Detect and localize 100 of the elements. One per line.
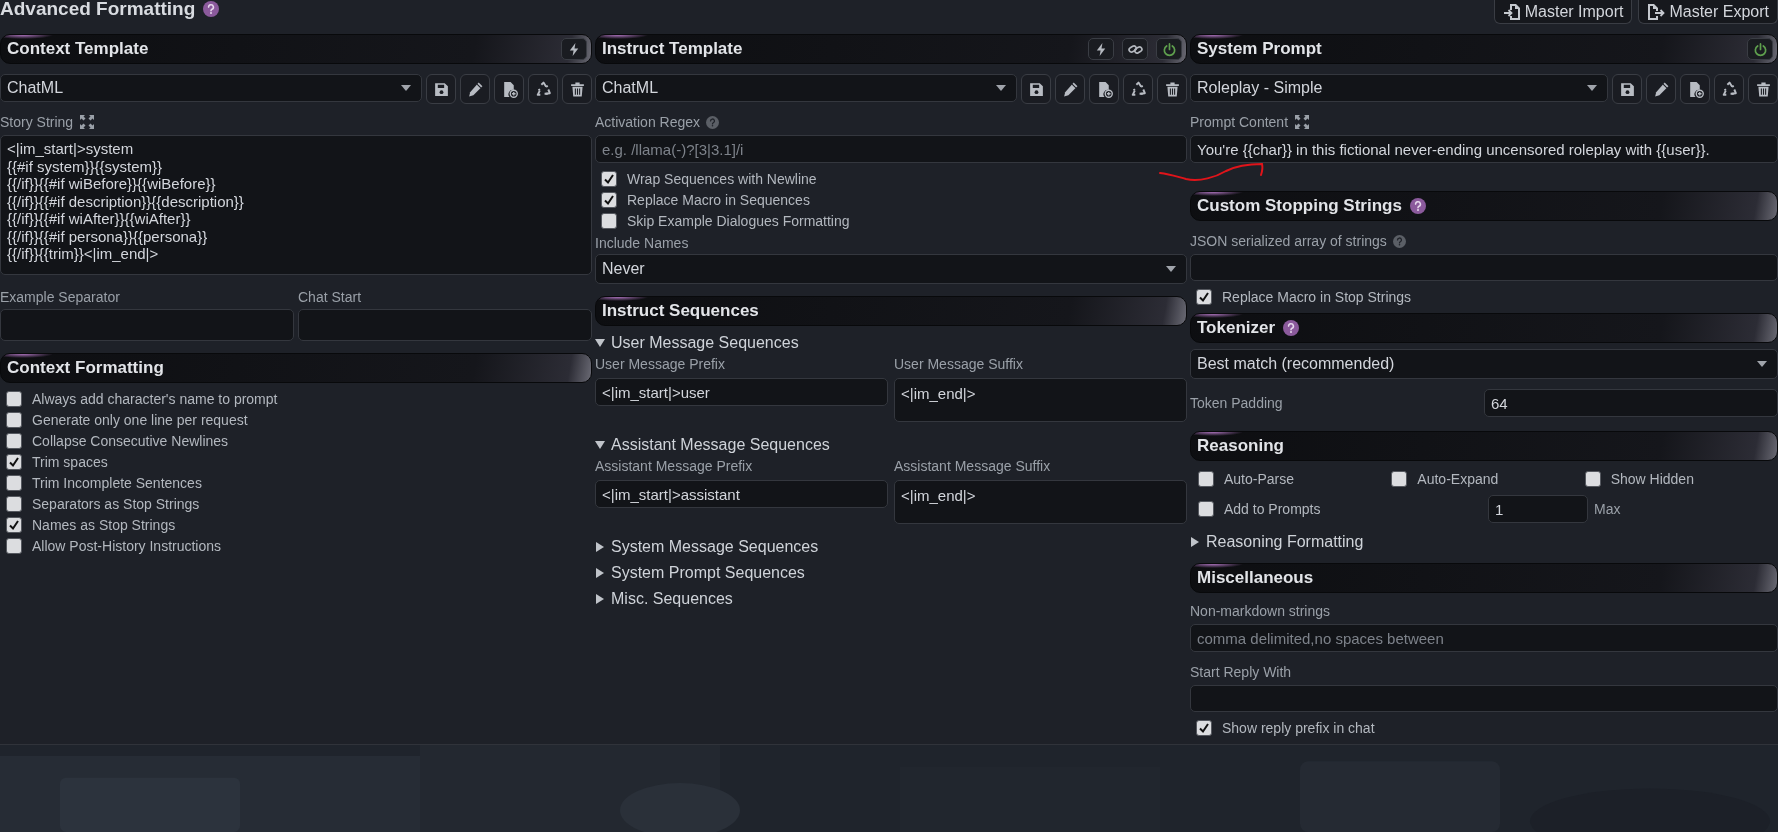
checkbox[interactable] (1196, 720, 1212, 736)
section-header[interactable]: System Prompt (1190, 34, 1778, 64)
checkbox[interactable] (6, 517, 22, 533)
delete-button[interactable] (562, 74, 592, 104)
field-label: User Message Prefix (595, 356, 726, 372)
checkbox[interactable] (1198, 471, 1214, 487)
sequence-group-title[interactable]: Assistant Message Sequences (611, 436, 830, 454)
quick-apply-button[interactable] (561, 38, 587, 60)
restore-button[interactable] (1714, 74, 1744, 104)
checkbox[interactable] (1584, 471, 1601, 487)
field-label: Start Reply With (1190, 664, 1292, 680)
section-header[interactable]: Reasoning (1190, 431, 1778, 461)
caret-icon (1166, 266, 1176, 272)
sequence-group-title[interactable]: System Prompt Sequences (611, 564, 805, 582)
help-icon[interactable] (1409, 198, 1426, 214)
section-header[interactable]: Miscellaneous (1190, 563, 1778, 593)
section-header[interactable]: Context Formatting (0, 353, 592, 383)
new-file-button[interactable] (1089, 74, 1119, 104)
sequence-field[interactable]: <|im_start|>assistant (595, 480, 888, 508)
checkbox-label: Always add character's name to prompt (32, 391, 278, 407)
delete-button[interactable] (1157, 74, 1187, 104)
checkbox[interactable] (1391, 471, 1408, 487)
preset-select[interactable]: ChatML (0, 74, 422, 102)
help-icon[interactable] (203, 1, 220, 17)
new-file-button[interactable] (494, 74, 524, 104)
section-header[interactable]: Tokenizer (1190, 313, 1778, 343)
checkbox[interactable] (6, 412, 22, 428)
rename-button[interactable] (1646, 74, 1676, 104)
export-icon (1647, 2, 1666, 21)
checkbox-label: Replace Macro in Stop Strings (1222, 289, 1412, 305)
rename-button[interactable] (460, 74, 490, 104)
checkbox[interactable] (1196, 289, 1212, 305)
help-icon[interactable] (1283, 320, 1300, 336)
save-button[interactable] (1612, 74, 1642, 104)
new-file-button[interactable] (1680, 74, 1710, 104)
preset-select[interactable]: Roleplay - Simple (1190, 74, 1608, 102)
restore-button[interactable] (1123, 74, 1153, 104)
sequence-field[interactable]: <|im_end|> (894, 378, 1187, 422)
expand-icon[interactable] (1294, 114, 1311, 130)
power-icon (1161, 41, 1177, 57)
checkbox[interactable] (6, 496, 22, 512)
checkbox[interactable] (6, 475, 22, 491)
story-string-field[interactable]: <|im_start|>system {{#if system}}{{system}} {{/if}}{{#if wiBefore}}{{wiBefore}} {{/if}}{{#if description}}{{description}} {{/if}}{{#if wiAfter}}{{wiAfter}} {{/if}}{{#if persona}}{{persona}} {{/if}}{{trim}}<|im_end|> (0, 135, 592, 275)
link-button[interactable] (1122, 38, 1148, 60)
checkbox[interactable] (6, 391, 22, 407)
rename-button[interactable] (1055, 74, 1085, 104)
section-title: Miscellaneous (1197, 568, 1314, 588)
checkbox[interactable] (6, 454, 22, 470)
sequence-field[interactable]: <|im_start|>user (595, 378, 888, 406)
include-names-select[interactable]: Never (595, 254, 1187, 284)
checkbox[interactable] (601, 171, 617, 187)
expand-triangle-icon[interactable] (595, 568, 605, 578)
section-toggle[interactable]: Reasoning Formatting (1206, 533, 1364, 551)
trash-icon (1163, 80, 1181, 98)
sequence-group-title[interactable]: User Message Sequences (611, 334, 799, 352)
expand-triangle-icon[interactable] (1190, 537, 1200, 547)
section-header[interactable]: Custom Stopping Strings (1190, 191, 1778, 221)
restore-button[interactable] (528, 74, 558, 104)
sequence-field[interactable]: <|im_end|> (894, 480, 1187, 524)
section-header[interactable]: Context Template (0, 34, 592, 64)
input-field[interactable] (1190, 254, 1778, 281)
prompt-content-field[interactable]: You're {{char}} in this fictional never-ending uncensored roleplay with {{user}}. (1190, 135, 1778, 163)
input-field[interactable]: 1 (1488, 495, 1588, 523)
save-icon (1027, 80, 1045, 98)
checkbox[interactable] (601, 192, 617, 208)
preset-select[interactable]: ChatML (595, 74, 1017, 102)
checkbox[interactable] (601, 213, 617, 229)
section-header[interactable]: Instruct Template (595, 34, 1187, 64)
field-label: Token Padding (1190, 395, 1284, 411)
import-button[interactable]: Master Import (1493, 0, 1633, 24)
checkbox[interactable] (6, 433, 22, 449)
section-title: Context Formatting (7, 358, 164, 378)
field-label: Example Separator (0, 289, 121, 305)
section-header[interactable]: Instruct Sequences (595, 296, 1187, 326)
input-field[interactable] (298, 309, 592, 341)
sequence-group-title[interactable]: Misc. Sequences (611, 590, 733, 608)
input-field[interactable]: comma delimited,no spaces between (1190, 624, 1778, 652)
checkbox-label: Generate only one line per request (32, 412, 248, 428)
input-field[interactable]: 64 (1484, 389, 1778, 417)
expand-triangle-icon[interactable] (595, 594, 605, 604)
save-button[interactable] (1021, 74, 1051, 104)
input-field[interactable]: e.g. /llama(-)?[3|3.1]/i (595, 135, 1187, 163)
expand-triangle-icon[interactable] (595, 542, 605, 552)
export-button[interactable]: Master Export (1638, 0, 1778, 24)
expand-icon[interactable] (79, 114, 96, 130)
quick-apply-button[interactable] (1088, 38, 1114, 60)
checkbox[interactable] (6, 538, 22, 554)
power-button[interactable] (1156, 38, 1182, 60)
sequence-group-title[interactable]: System Message Sequences (611, 538, 819, 556)
input-field[interactable] (0, 309, 294, 341)
input-field[interactable] (1190, 685, 1778, 712)
field-label: Non-markdown strings (1190, 603, 1331, 619)
collapse-triangle-icon[interactable] (595, 338, 605, 348)
tokenizer-select[interactable]: Best match (recommended) (1190, 349, 1778, 379)
checkbox[interactable] (1198, 501, 1214, 517)
collapse-triangle-icon[interactable] (595, 440, 605, 450)
power-button[interactable] (1747, 38, 1773, 60)
field-label: Include Names (595, 235, 689, 251)
save-button[interactable] (426, 74, 456, 104)
delete-button[interactable] (1748, 74, 1778, 104)
